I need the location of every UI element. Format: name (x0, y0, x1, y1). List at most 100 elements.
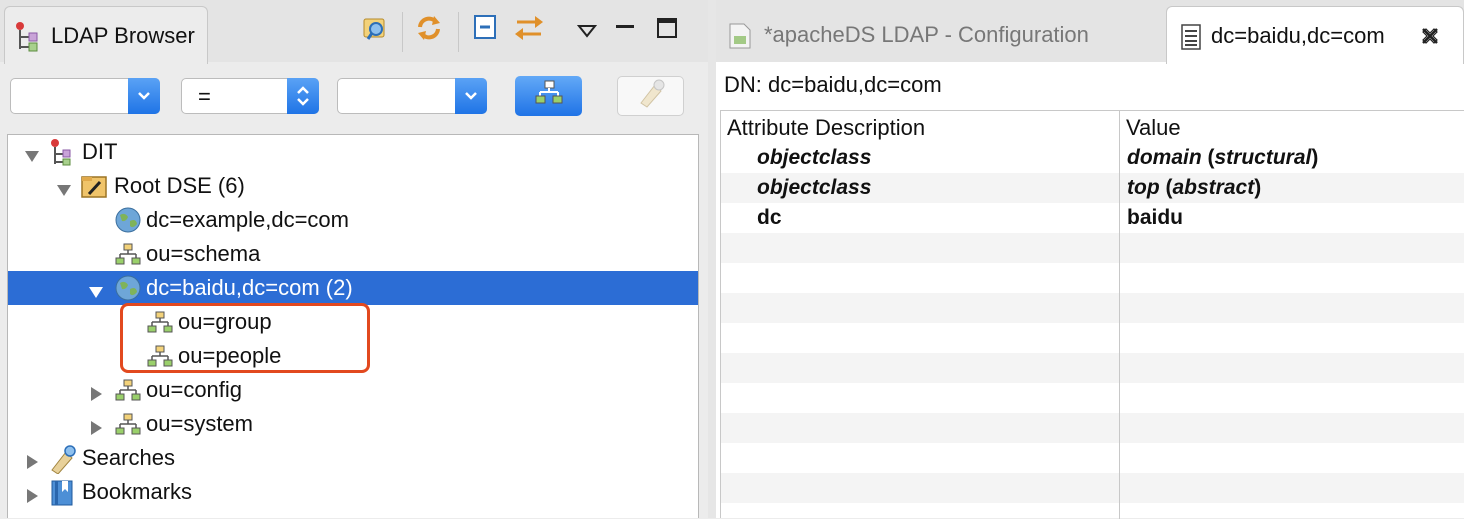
tree-node-dc-baidu[interactable]: dc=baidu,dc=com (2) (8, 271, 698, 305)
value-type: abstract (1172, 176, 1255, 199)
value-paren: ( (1201, 146, 1215, 169)
table-row[interactable]: dc baidu (721, 203, 1464, 233)
value-type: structural (1214, 146, 1312, 169)
config-file-icon (728, 22, 752, 56)
clear-quick-search-button[interactable] (617, 76, 684, 116)
tree-node-dit[interactable]: DIT (8, 135, 698, 169)
tree-node-ou-config[interactable]: ou=config (8, 373, 698, 407)
view-menu-button[interactable] (570, 14, 604, 48)
link-with-editor-button[interactable] (512, 14, 546, 48)
left-tab-bar: LDAP Browser (0, 0, 708, 64)
collapsed-triangle-icon[interactable] (88, 382, 104, 401)
minimize-button[interactable] (608, 14, 642, 48)
attribute-name: objectclass (757, 176, 872, 199)
tab-apacheds-configuration[interactable]: *apacheDS LDAP - Configuration (716, 6, 1156, 64)
ou-icon (114, 240, 142, 268)
column-header-label: Attribute Description (727, 115, 926, 140)
tree-node-label: ou=config (146, 377, 243, 402)
value-main: baidu (1127, 206, 1183, 229)
tree-search-icon (534, 78, 564, 114)
tree-node-root-dse[interactable]: Root DSE (6) (8, 169, 698, 203)
tree-node-label: Bookmarks (82, 479, 193, 504)
entry-editor: *apacheDS LDAP - Configuration dc=baidu,… (716, 0, 1464, 519)
root-dse-icon (80, 172, 108, 200)
chevron-down-icon (128, 78, 160, 114)
attributes-table[interactable]: Attribute Description Value objectclass … (720, 110, 1464, 519)
table-row-empty (721, 353, 1464, 383)
clear-search-icon (635, 77, 667, 115)
tree-node-label: ou=schema (146, 241, 261, 266)
toolbar-separator (458, 12, 459, 52)
globe-icon (114, 206, 142, 234)
filter-attribute-combo[interactable] (10, 78, 160, 114)
value-paren: ( (1159, 176, 1173, 199)
entry-dn-label: DN: dc=baidu,dc=com (724, 72, 942, 97)
expanded-triangle-icon (88, 280, 104, 298)
table-row-empty (721, 383, 1464, 413)
tree-node-label: dc=baidu,dc=com (2) (146, 275, 353, 300)
refresh-button[interactable] (412, 14, 446, 48)
tab-entry-dc-baidu[interactable]: dc=baidu,dc=com (1166, 6, 1464, 64)
toolbar-separator (402, 12, 403, 52)
collapsed-triangle-icon[interactable] (88, 416, 104, 435)
column-header-attribute[interactable]: Attribute Description (721, 111, 1119, 143)
filter-value-combo[interactable] (337, 78, 487, 114)
table-row-empty (721, 323, 1464, 353)
attribute-value: baidu (1127, 206, 1183, 230)
filter-operator-value: = (198, 84, 211, 109)
searches-icon (48, 444, 76, 475)
table-row[interactable]: objectclass domain (structural) (721, 143, 1464, 173)
tree-node-dc-example[interactable]: dc=example,dc=com (8, 203, 698, 237)
table-row-empty (721, 293, 1464, 323)
open-search-icon (360, 13, 390, 49)
table-row-empty (721, 233, 1464, 263)
value-paren: ) (1254, 176, 1262, 199)
tree-node-bookmarks[interactable]: Bookmarks (8, 475, 698, 509)
table-row-empty (721, 473, 1464, 503)
filter-operator-combo[interactable]: = (181, 78, 319, 114)
tab-label: *apacheDS LDAP - Configuration (764, 22, 1089, 47)
tree-node-label: dc=example,dc=com (146, 207, 349, 232)
value-main: top (1127, 176, 1160, 199)
maximize-button[interactable] (650, 14, 684, 48)
tree-node-label: DIT (82, 139, 118, 164)
dit-tree[interactable]: DIT Root DSE (6) dc=example,dc=com ou=sc… (7, 134, 699, 518)
column-header-label: Value (1126, 115, 1181, 140)
collapsed-triangle-icon[interactable] (24, 450, 40, 469)
close-icon[interactable] (1419, 25, 1441, 53)
tab-ldap-browser-label: LDAP Browser (51, 23, 195, 48)
table-row-empty (721, 263, 1464, 293)
minimize-icon (614, 17, 636, 45)
chevron-down-icon (455, 78, 487, 114)
pane-divider[interactable] (708, 0, 716, 518)
tree-node-ou-schema[interactable]: ou=schema (8, 237, 698, 271)
entry-icon (1179, 23, 1203, 57)
tree-node-label: Searches (82, 445, 175, 470)
column-header-value[interactable]: Value (1120, 111, 1464, 143)
tree-node-label: ou=system (146, 411, 253, 436)
ou-icon (114, 376, 142, 404)
editor-tab-bar: *apacheDS LDAP - Configuration dc=baidu,… (716, 0, 1464, 64)
expanded-triangle-icon (56, 178, 72, 196)
tree-node-searches[interactable]: Searches (8, 441, 698, 475)
attribute-value: top (abstract) (1127, 176, 1261, 200)
open-search-button[interactable] (358, 14, 392, 48)
attribute-value: domain (structural) (1127, 146, 1318, 170)
collapse-all-button[interactable] (470, 14, 504, 48)
link-arrows-icon (513, 13, 545, 49)
tree-node-ou-system[interactable]: ou=system (8, 407, 698, 441)
ou-icon (114, 410, 142, 438)
column-separator[interactable] (1119, 111, 1120, 519)
ldap-browser-icon (15, 21, 43, 53)
annotation-highlight-box (120, 303, 370, 373)
collapsed-triangle-icon[interactable] (24, 484, 40, 503)
tab-ldap-browser[interactable]: LDAP Browser (4, 6, 208, 64)
dit-icon (48, 138, 76, 166)
collapse-all-icon (472, 13, 502, 49)
maximize-icon (656, 17, 678, 45)
value-main: domain (1127, 146, 1202, 169)
attribute-name: objectclass (757, 146, 872, 169)
table-row[interactable]: objectclass top (abstract) (721, 173, 1464, 203)
run-quick-search-button[interactable] (515, 76, 582, 116)
bookmarks-icon (48, 478, 76, 506)
